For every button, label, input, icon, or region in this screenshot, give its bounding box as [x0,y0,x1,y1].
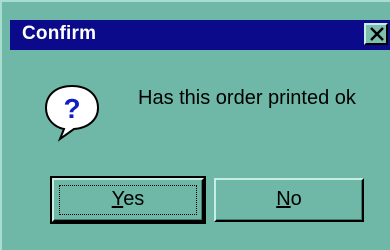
question-mark-glyph: ? [63,93,80,124]
confirm-dialog: Confirm ? Has this order printed ok Yes … [0,0,390,250]
question-icon: ? [42,82,102,142]
close-button[interactable] [364,23,388,45]
window-title: Confirm [22,23,97,44]
yes-button-label: es [123,188,145,210]
no-button-mnemonic: N [276,188,291,210]
title-bar[interactable]: Confirm [10,20,390,50]
yes-button[interactable]: Yes [50,176,206,224]
no-button[interactable]: No [214,178,364,222]
yes-button-mnemonic: Y [111,188,124,210]
close-icon [370,27,384,41]
dialog-message: Has this order printed ok [138,87,356,109]
no-button-label: o [290,188,302,210]
